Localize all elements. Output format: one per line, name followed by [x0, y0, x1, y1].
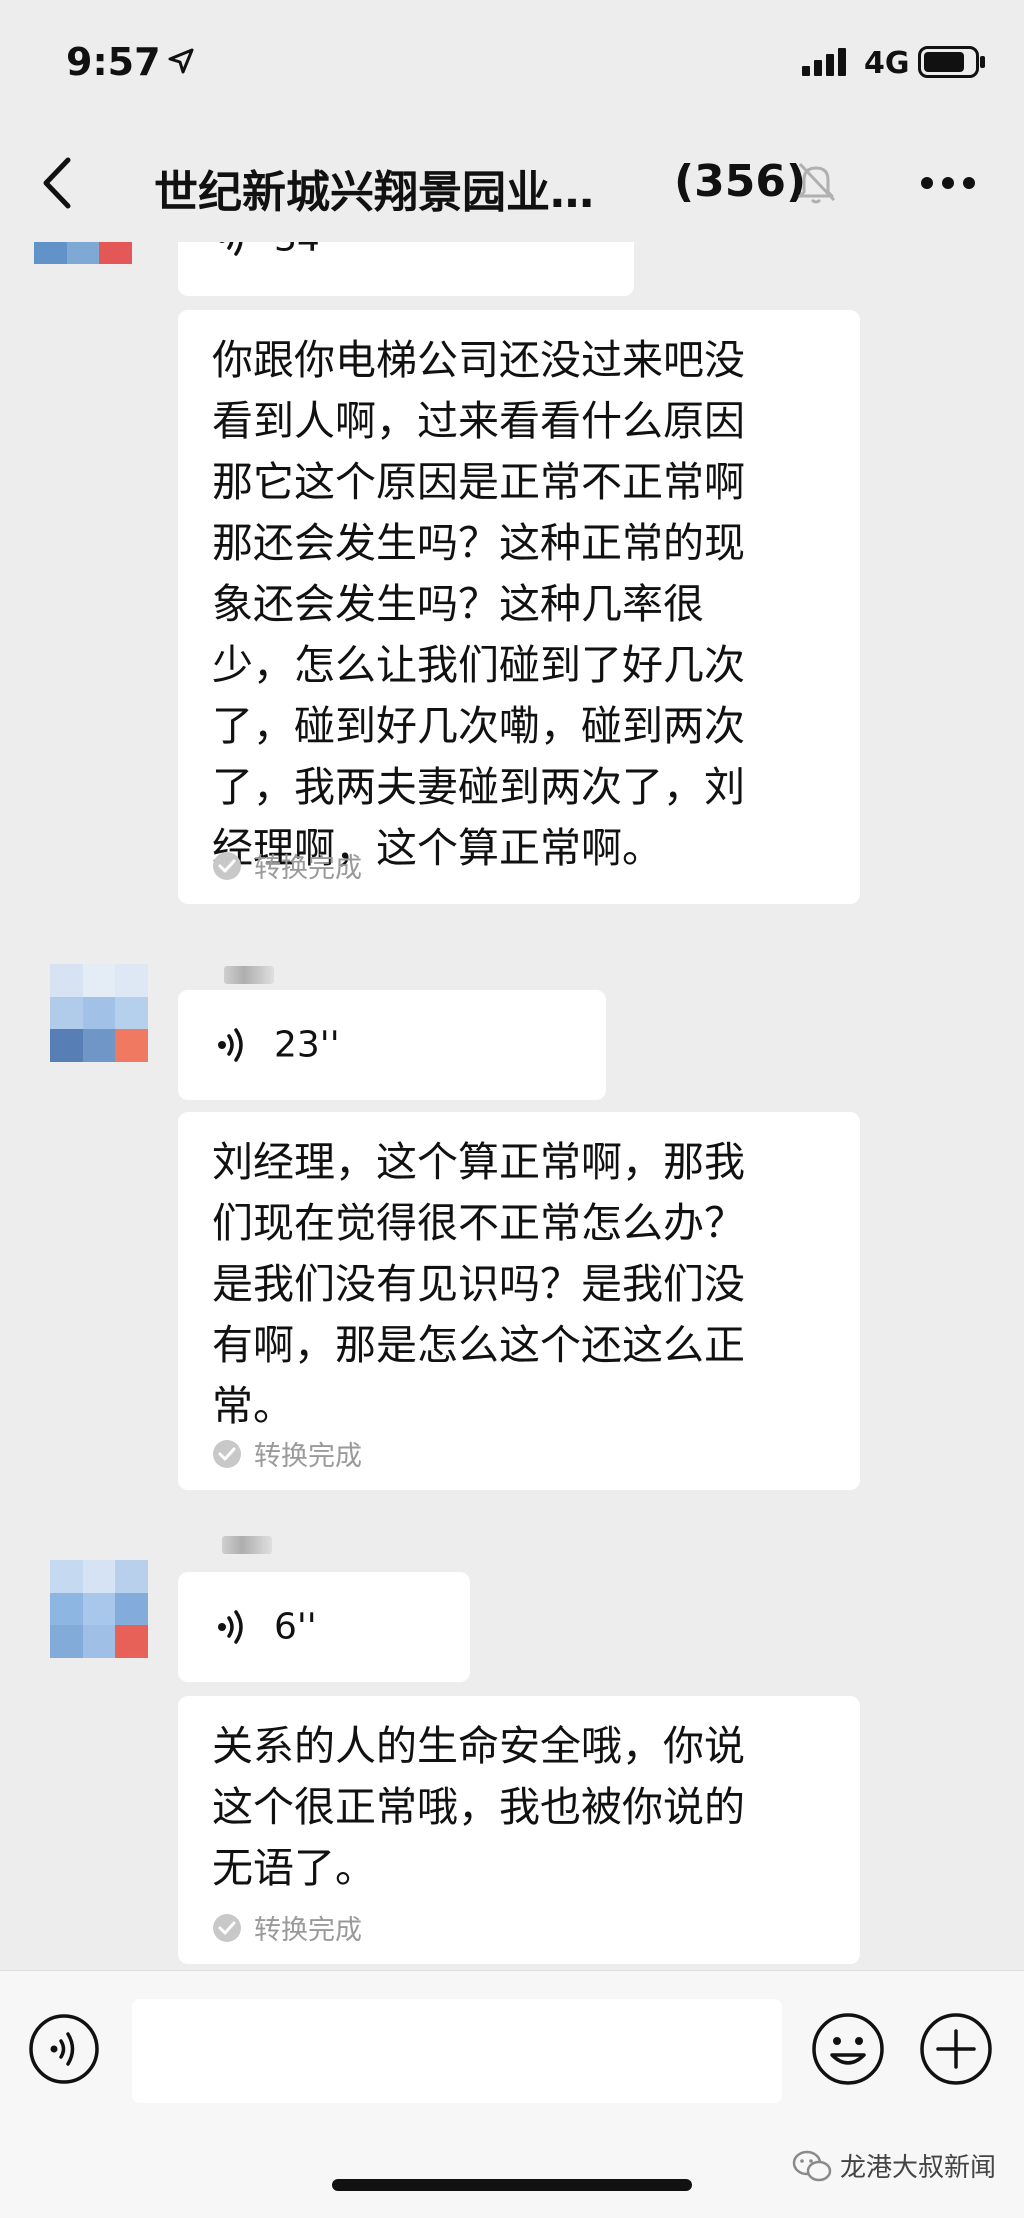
- voice-input-icon[interactable]: [28, 2013, 100, 2085]
- chat-area[interactable]: 34 你跟你电梯公司还没过来吧没 看到人啊，过来看看什么原因 那它这个原因是正常…: [0, 242, 1024, 1970]
- sender-name: [222, 1536, 272, 1554]
- wechat-logo-icon: [792, 2150, 832, 2181]
- transcript-text: 关系的人的生命安全哦，你说 这个很正常哦，我也被你说的 无语了。: [212, 1722, 745, 1892]
- voice-message-bubble[interactable]: 23'': [178, 990, 606, 1100]
- status-time: 9:57: [66, 40, 161, 84]
- status-text: 转换完成: [254, 1441, 362, 1472]
- check-circle-icon: [213, 851, 241, 880]
- voice-message-bubble[interactable]: 34: [178, 242, 634, 296]
- mute-bell-icon: [798, 162, 836, 204]
- location-arrow-icon: [168, 48, 194, 74]
- voice-duration: 23'': [274, 1024, 340, 1066]
- signal-icon: [802, 48, 846, 76]
- check-circle-icon: [213, 1439, 241, 1468]
- conversion-status: 转换完成: [212, 1908, 362, 1947]
- transcript-text: 刘经理，这个算正常啊，那我 们现在觉得很不正常怎么办？ 是我们没有见识吗？是我们…: [212, 1138, 745, 1430]
- chat-title: 世纪新城兴翔景园业…: [154, 167, 594, 218]
- sender-name: [224, 966, 274, 984]
- voice-wave-icon: [219, 242, 243, 256]
- more-icon[interactable]: [920, 176, 976, 190]
- voice-duration: 34: [274, 242, 320, 260]
- avatar[interactable]: [34, 242, 132, 264]
- emoji-icon[interactable]: [810, 2011, 886, 2087]
- status-bar: 9:57 4G: [0, 0, 1024, 120]
- input-bar: 龙港大叔新闻: [0, 1970, 1024, 2218]
- transcript-bubble[interactable]: 你跟你电梯公司还没过来吧没 看到人啊，过来看看什么原因 那它这个原因是正常不正常…: [178, 310, 860, 904]
- conversion-status: 转换完成: [212, 846, 362, 885]
- voice-duration: 6'': [274, 1606, 317, 1648]
- message-input[interactable]: [132, 1999, 782, 2103]
- avatar[interactable]: [50, 964, 148, 1062]
- voice-message-bubble[interactable]: 6'': [178, 1572, 470, 1682]
- voice-wave-icon: [218, 1610, 243, 1644]
- home-indicator: [332, 2179, 692, 2191]
- back-icon[interactable]: [40, 156, 74, 210]
- avatar[interactable]: [50, 1560, 148, 1658]
- voice-wave-icon: [218, 1028, 243, 1062]
- transcript-text: 你跟你电梯公司还没过来吧没 看到人啊，过来看看什么原因 那它这个原因是正常不正常…: [212, 336, 745, 872]
- member-count: (356): [674, 156, 807, 207]
- conversion-status: 转换完成: [212, 1434, 362, 1473]
- plus-icon[interactable]: [918, 2011, 994, 2087]
- watermark-text: 龙港大叔新闻: [840, 2153, 997, 2183]
- watermark: 龙港大叔新闻: [792, 2147, 996, 2184]
- chat-header: 世纪新城兴翔景园业… (356): [0, 120, 1024, 242]
- check-circle-icon: [213, 1913, 241, 1942]
- network-type: 4G: [864, 46, 910, 81]
- transcript-bubble[interactable]: 关系的人的生命安全哦，你说 这个很正常哦，我也被你说的 无语了。 转换完成: [178, 1696, 860, 1964]
- battery-icon: [918, 46, 985, 78]
- transcript-bubble[interactable]: 刘经理，这个算正常啊，那我 们现在觉得很不正常怎么办？ 是我们没有见识吗？是我们…: [178, 1112, 860, 1490]
- status-text: 转换完成: [254, 853, 362, 884]
- status-text: 转换完成: [254, 1915, 362, 1946]
